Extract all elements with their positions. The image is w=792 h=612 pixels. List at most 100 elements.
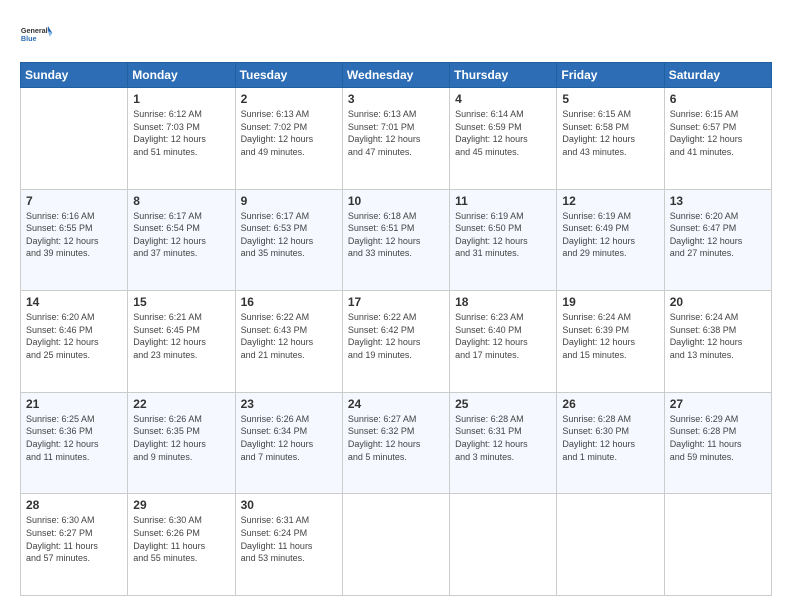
day-number: 16 (241, 295, 337, 309)
table-row: 8 Sunrise: 6:17 AM Sunset: 6:54 PM Daylig… (128, 189, 235, 291)
day-info: Sunrise: 6:28 AM Sunset: 6:30 PM Dayligh… (562, 413, 658, 463)
table-row: 7Sunrise: 6:16 AM Sunset: 6:55 PM Daylig… (21, 189, 128, 291)
day-info: Sunrise: 6:24 AM Sunset: 6:39 PM Dayligh… (562, 311, 658, 361)
day-number: 1 (133, 92, 229, 106)
table-row: 24 Sunrise: 6:27 AM Sunset: 6:32 PM Dayli… (342, 392, 449, 494)
table-row: 6 Sunrise: 6:15 AM Sunset: 6:57 PM Daylig… (664, 88, 771, 190)
day-info: Sunrise: 6:13 AM Sunset: 7:02 PM Dayligh… (241, 108, 337, 158)
logo: GeneralBlue (20, 16, 56, 52)
svg-text:General: General (21, 26, 48, 35)
day-info: Sunrise: 6:28 AM Sunset: 6:31 PM Dayligh… (455, 413, 551, 463)
table-row: 2 Sunrise: 6:13 AM Sunset: 7:02 PM Daylig… (235, 88, 342, 190)
table-row (557, 494, 664, 596)
table-row: 14 Sunrise: 6:20 AM Sunset: 6:46 PM Dayli… (21, 291, 128, 393)
day-number: 7 (26, 194, 122, 208)
table-row: 12 Sunrise: 6:19 AM Sunset: 6:49 PM Dayli… (557, 189, 664, 291)
day-info: Sunrise: 6:30 AM Sunset: 6:26 PM Dayligh… (133, 514, 229, 564)
day-number: 15 (133, 295, 229, 309)
calendar-header-row: Sunday Monday Tuesday Wednesday Thursday… (21, 63, 772, 88)
table-row: 28 Sunrise: 6:30 AM Sunset: 6:27 PM Dayli… (21, 494, 128, 596)
calendar-week-row: 7Sunrise: 6:16 AM Sunset: 6:55 PM Daylig… (21, 189, 772, 291)
day-info: Sunrise: 6:24 AM Sunset: 6:38 PM Dayligh… (670, 311, 766, 361)
calendar-week-row: 21 Sunrise: 6:25 AM Sunset: 6:36 PM Dayli… (21, 392, 772, 494)
table-row: 21 Sunrise: 6:25 AM Sunset: 6:36 PM Dayli… (21, 392, 128, 494)
col-wednesday: Wednesday (342, 63, 449, 88)
day-number: 8 (133, 194, 229, 208)
day-number: 9 (241, 194, 337, 208)
table-row: 13Sunrise: 6:20 AM Sunset: 6:47 PM Dayli… (664, 189, 771, 291)
col-monday: Monday (128, 63, 235, 88)
col-tuesday: Tuesday (235, 63, 342, 88)
table-row: 10 Sunrise: 6:18 AM Sunset: 6:51 PM Dayli… (342, 189, 449, 291)
day-number: 5 (562, 92, 658, 106)
day-number: 24 (348, 397, 444, 411)
table-row: 9 Sunrise: 6:17 AM Sunset: 6:53 PM Daylig… (235, 189, 342, 291)
day-info: Sunrise: 6:19 AM Sunset: 6:49 PM Dayligh… (562, 210, 658, 260)
day-info: Sunrise: 6:15 AM Sunset: 6:57 PM Dayligh… (670, 108, 766, 158)
day-info: Sunrise: 6:22 AM Sunset: 6:42 PM Dayligh… (348, 311, 444, 361)
day-number: 6 (670, 92, 766, 106)
day-info: Sunrise: 6:21 AM Sunset: 6:45 PM Dayligh… (133, 311, 229, 361)
day-info: Sunrise: 6:30 AM Sunset: 6:27 PM Dayligh… (26, 514, 122, 564)
day-info: Sunrise: 6:14 AM Sunset: 6:59 PM Dayligh… (455, 108, 551, 158)
day-number: 14 (26, 295, 122, 309)
table-row: 15 Sunrise: 6:21 AM Sunset: 6:45 PM Dayli… (128, 291, 235, 393)
page: GeneralBlue Sunday Monday Tuesday Wednes… (0, 0, 792, 612)
day-number: 3 (348, 92, 444, 106)
day-info: Sunrise: 6:17 AM Sunset: 6:54 PM Dayligh… (133, 210, 229, 260)
day-info: Sunrise: 6:15 AM Sunset: 6:58 PM Dayligh… (562, 108, 658, 158)
day-info: Sunrise: 6:17 AM Sunset: 6:53 PM Dayligh… (241, 210, 337, 260)
day-number: 20 (670, 295, 766, 309)
table-row: 19 Sunrise: 6:24 AM Sunset: 6:39 PM Dayli… (557, 291, 664, 393)
day-number: 27 (670, 397, 766, 411)
day-info: Sunrise: 6:26 AM Sunset: 6:35 PM Dayligh… (133, 413, 229, 463)
day-number: 4 (455, 92, 551, 106)
day-info: Sunrise: 6:18 AM Sunset: 6:51 PM Dayligh… (348, 210, 444, 260)
day-info: Sunrise: 6:22 AM Sunset: 6:43 PM Dayligh… (241, 311, 337, 361)
table-row (450, 494, 557, 596)
day-number: 2 (241, 92, 337, 106)
day-info: Sunrise: 6:20 AM Sunset: 6:47 PM Dayligh… (670, 210, 766, 260)
day-number: 18 (455, 295, 551, 309)
day-info: Sunrise: 6:27 AM Sunset: 6:32 PM Dayligh… (348, 413, 444, 463)
calendar-table: Sunday Monday Tuesday Wednesday Thursday… (20, 62, 772, 596)
day-info: Sunrise: 6:26 AM Sunset: 6:34 PM Dayligh… (241, 413, 337, 463)
day-number: 23 (241, 397, 337, 411)
day-number: 19 (562, 295, 658, 309)
day-number: 21 (26, 397, 122, 411)
table-row: 23 Sunrise: 6:26 AM Sunset: 6:34 PM Dayli… (235, 392, 342, 494)
table-row (664, 494, 771, 596)
table-row: 18 Sunrise: 6:23 AM Sunset: 6:40 PM Dayli… (450, 291, 557, 393)
table-row: 16 Sunrise: 6:22 AM Sunset: 6:43 PM Dayli… (235, 291, 342, 393)
logo-icon: GeneralBlue (20, 16, 56, 52)
day-number: 22 (133, 397, 229, 411)
table-row (21, 88, 128, 190)
day-number: 10 (348, 194, 444, 208)
day-info: Sunrise: 6:29 AM Sunset: 6:28 PM Dayligh… (670, 413, 766, 463)
day-info: Sunrise: 6:23 AM Sunset: 6:40 PM Dayligh… (455, 311, 551, 361)
day-info: Sunrise: 6:12 AM Sunset: 7:03 PM Dayligh… (133, 108, 229, 158)
table-row: 27 Sunrise: 6:29 AM Sunset: 6:28 PM Dayli… (664, 392, 771, 494)
table-row: 17Sunrise: 6:22 AM Sunset: 6:42 PM Dayli… (342, 291, 449, 393)
col-sunday: Sunday (21, 63, 128, 88)
svg-text:Blue: Blue (21, 34, 37, 43)
table-row: 4 Sunrise: 6:14 AM Sunset: 6:59 PM Daylig… (450, 88, 557, 190)
day-info: Sunrise: 6:25 AM Sunset: 6:36 PM Dayligh… (26, 413, 122, 463)
day-info: Sunrise: 6:20 AM Sunset: 6:46 PM Dayligh… (26, 311, 122, 361)
table-row (342, 494, 449, 596)
header: GeneralBlue (20, 16, 772, 52)
table-row: 5 Sunrise: 6:15 AM Sunset: 6:58 PM Daylig… (557, 88, 664, 190)
calendar-week-row: 14 Sunrise: 6:20 AM Sunset: 6:46 PM Dayli… (21, 291, 772, 393)
day-number: 12 (562, 194, 658, 208)
day-info: Sunrise: 6:13 AM Sunset: 7:01 PM Dayligh… (348, 108, 444, 158)
col-friday: Friday (557, 63, 664, 88)
table-row: 30Sunrise: 6:31 AM Sunset: 6:24 PM Dayli… (235, 494, 342, 596)
table-row: 3 Sunrise: 6:13 AM Sunset: 7:01 PM Daylig… (342, 88, 449, 190)
day-number: 28 (26, 498, 122, 512)
table-row: 20 Sunrise: 6:24 AM Sunset: 6:38 PM Dayli… (664, 291, 771, 393)
day-number: 26 (562, 397, 658, 411)
day-number: 30 (241, 498, 337, 512)
table-row: 25Sunrise: 6:28 AM Sunset: 6:31 PM Dayli… (450, 392, 557, 494)
calendar-week-row: 28 Sunrise: 6:30 AM Sunset: 6:27 PM Dayli… (21, 494, 772, 596)
table-row: 26 Sunrise: 6:28 AM Sunset: 6:30 PM Dayli… (557, 392, 664, 494)
